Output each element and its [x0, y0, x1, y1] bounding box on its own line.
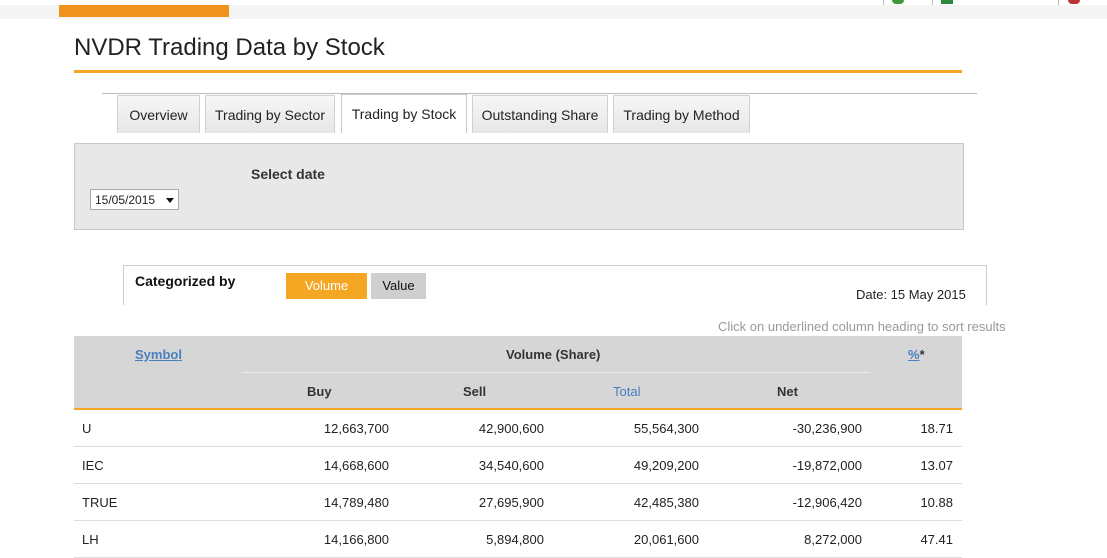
- table-row: LH 14,166,800 5,894,800 20,061,600 8,272…: [74, 521, 962, 558]
- symbol-cell: TRUE: [82, 495, 118, 510]
- header-divider: [243, 372, 869, 373]
- net-cell: -19,872,000: [792, 458, 862, 473]
- table-row: U 12,663,700 42,900,600 55,564,300 -30,2…: [74, 410, 962, 447]
- tab-outstanding-share[interactable]: Outstanding Share: [472, 95, 608, 133]
- toolbar-separator: [1058, 0, 1059, 5]
- toolbar-separator: [932, 0, 933, 5]
- buy-column-header: Buy: [307, 384, 332, 399]
- percent-cell: 10.88: [920, 495, 953, 510]
- sell-cell: 5,894,800: [486, 532, 544, 547]
- symbol-cell: LH: [82, 532, 99, 547]
- symbol-cell: U: [82, 421, 92, 436]
- tab-trading-by-sector[interactable]: Trading by Sector: [205, 95, 335, 133]
- net-cell: -12,906,420: [792, 495, 862, 510]
- sell-cell: 27,695,900: [478, 495, 544, 510]
- buy-cell: 14,789,480: [323, 495, 389, 510]
- sort-hint: Click on underlined column heading to so…: [718, 319, 1006, 334]
- buy-cell: 14,166,800: [323, 532, 389, 547]
- date-select[interactable]: 15/05/2015: [90, 189, 179, 210]
- sell-cell: 42,900,600: [478, 421, 544, 436]
- table-body: U 12,663,700 42,900,600 55,564,300 -30,2…: [74, 410, 962, 558]
- volume-button[interactable]: Volume: [286, 273, 367, 299]
- table-row: TRUE 14,789,480 27,695,900 42,485,380 -1…: [74, 484, 962, 521]
- sell-column-header: Sell: [463, 384, 487, 399]
- select-date-label: Select date: [251, 166, 325, 182]
- percent-cell: 18.71: [920, 421, 953, 436]
- total-column-header[interactable]: Total: [613, 384, 640, 399]
- buy-cell: 12,663,700: [323, 421, 389, 436]
- sell-cell: 34,540,600: [478, 458, 544, 473]
- total-cell: 49,209,200: [633, 458, 699, 473]
- tabs-top-border: [102, 93, 977, 94]
- dropdown-caret-icon: [166, 198, 174, 203]
- total-cell: 20,061,600: [633, 532, 699, 547]
- title-underline: [74, 70, 962, 73]
- percent-cell: 47.41: [920, 532, 953, 547]
- tab-overview[interactable]: Overview: [117, 95, 200, 133]
- total-cell: 42,485,380: [633, 495, 699, 510]
- net-cell: 8,272,000: [804, 532, 862, 547]
- net-column-header: Net: [777, 384, 798, 399]
- tab-trading-by-stock[interactable]: Trading by Stock: [341, 94, 467, 133]
- toolbar-separator: [883, 0, 884, 5]
- percent-column-header: %*: [908, 347, 925, 362]
- total-cell: 55,564,300: [633, 421, 699, 436]
- categorized-by-label: Categorized by: [135, 273, 236, 289]
- tab-trading-by-method[interactable]: Trading by Method: [613, 95, 750, 133]
- active-browser-tab[interactable]: [59, 5, 229, 17]
- symbol-cell: IEC: [82, 458, 104, 473]
- percent-footnote-mark: *: [919, 347, 925, 362]
- table-row: IEC 14,668,600 34,540,600 49,209,200 -19…: [74, 447, 962, 484]
- percent-cell: 13.07: [920, 458, 953, 473]
- symbol-column-header[interactable]: Symbol: [135, 347, 182, 362]
- page-title: NVDR Trading Data by Stock: [74, 34, 385, 61]
- date-select-value: 15/05/2015: [95, 193, 156, 207]
- green-square-icon[interactable]: [941, 0, 953, 4]
- volume-group-header: Volume (Share): [506, 347, 601, 362]
- buy-cell: 14,668,600: [323, 458, 389, 473]
- net-cell: -30,236,900: [792, 421, 862, 436]
- report-date: Date: 15 May 2015: [856, 287, 966, 302]
- percent-sort-link[interactable]: %: [908, 347, 920, 362]
- date-filter-panel: [74, 143, 964, 230]
- value-button[interactable]: Value: [371, 273, 426, 299]
